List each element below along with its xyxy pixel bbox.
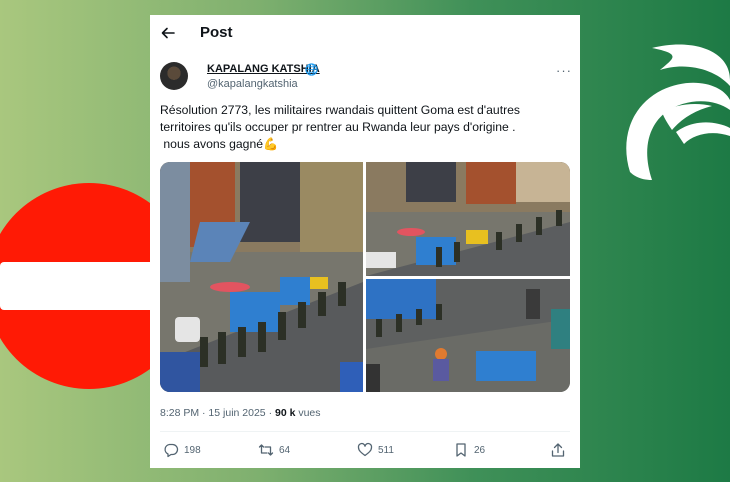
post-timestamp[interactable]: 8:28 PM · 15 juin 2025 · <box>160 407 275 419</box>
photo-military-convoy[interactable] <box>160 162 363 392</box>
like-count: 511 <box>378 444 394 456</box>
heart-icon <box>357 442 373 457</box>
bookmark-count: 26 <box>474 444 486 456</box>
reply-count: 198 <box>184 444 201 456</box>
reply-button[interactable]: 198 <box>163 441 201 459</box>
share-button[interactable] <box>550 441 571 459</box>
user-handle[interactable]: @kapalangkatshia <box>207 78 298 90</box>
more-options-icon[interactable]: ··· <box>556 63 572 78</box>
no-entry-bar <box>0 262 166 310</box>
post-text: Résolution 2773, les militaires rwandais… <box>160 102 570 153</box>
action-bar: 198 64 511 26 <box>160 441 570 461</box>
post-text-line: territoires qu'ils occuper pr rentrer au… <box>160 120 516 134</box>
share-icon <box>551 443 565 457</box>
post-card: Post KAPALANG KATSHIA @kapalangkatshia ·… <box>150 15 580 468</box>
post-text-line: Résolution 2773, les militaires rwandais… <box>160 103 521 117</box>
reply-icon <box>164 443 179 458</box>
repost-count: 64 <box>279 444 291 456</box>
repost-icon <box>258 444 274 456</box>
media-grid[interactable] <box>160 162 570 392</box>
post-meta: 8:28 PM · 15 juin 2025 · 90 k vues <box>160 407 321 419</box>
post-header: Post <box>150 15 580 51</box>
bookmark-icon <box>456 443 466 457</box>
user-display-name[interactable]: KAPALANG KATSHIA <box>207 63 320 75</box>
avatar[interactable] <box>160 62 188 90</box>
back-arrow-icon[interactable] <box>160 25 176 41</box>
like-button[interactable]: 511 <box>357 441 394 459</box>
views-label: vues <box>295 407 321 419</box>
photo-street-trucks[interactable] <box>366 162 570 276</box>
brand-logo-icon <box>626 44 730 180</box>
post-text-line: nous avons gagné💪 <box>160 137 279 151</box>
divider <box>160 431 570 432</box>
page-title: Post <box>200 24 233 41</box>
repost-button[interactable]: 64 <box>258 441 290 459</box>
photo-motorbikes[interactable] <box>366 279 570 392</box>
bookmark-button[interactable]: 26 <box>453 441 485 459</box>
views-count: 90 k <box>274 407 296 419</box>
globe-icon <box>305 63 318 76</box>
